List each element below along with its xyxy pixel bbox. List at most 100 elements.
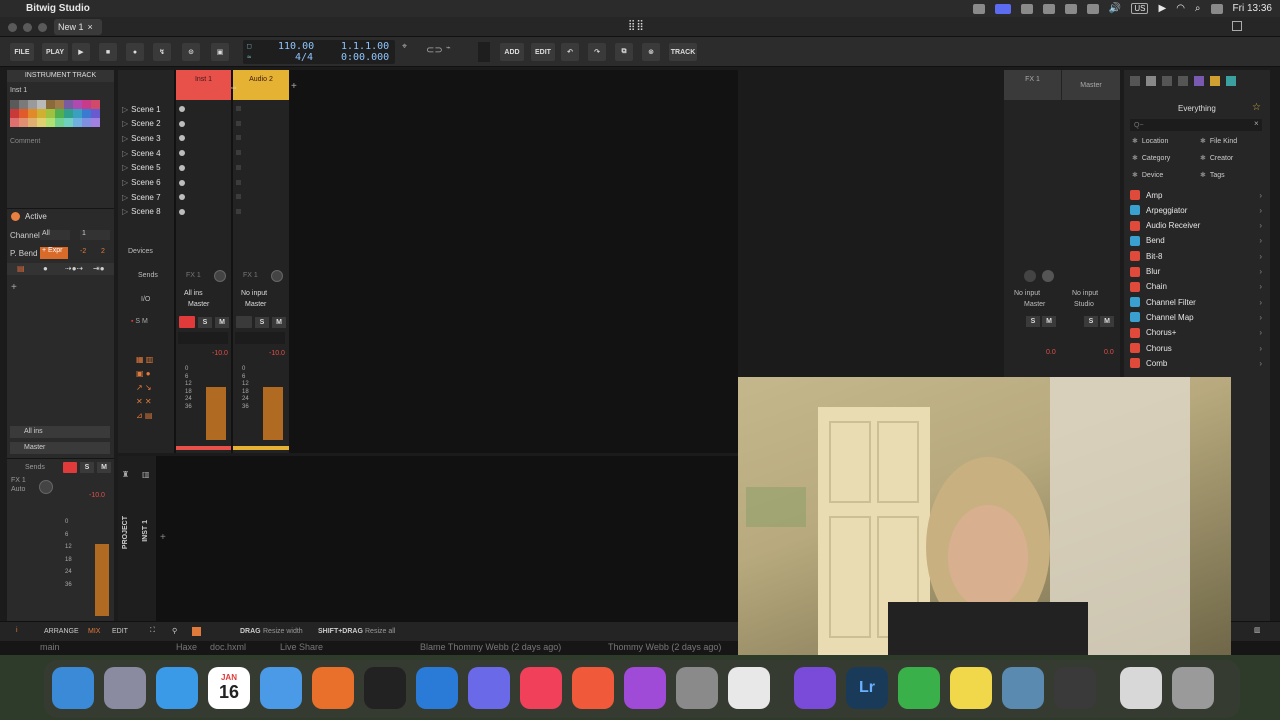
- track-button[interactable]: TRACK: [669, 43, 697, 61]
- browser-item[interactable]: Arpeggiator ›: [1130, 203, 1262, 217]
- color-swatch[interactable]: [28, 109, 37, 118]
- send-knob[interactable]: [1024, 270, 1036, 282]
- clip-slot[interactable]: [236, 120, 241, 126]
- clip-slot[interactable]: [179, 179, 185, 186]
- browser-item[interactable]: Bend ›: [1130, 234, 1262, 248]
- launchpad-icon[interactable]: [104, 667, 146, 709]
- add-device-icon[interactable]: +: [160, 532, 166, 543]
- edit-tab[interactable]: EDIT: [112, 628, 128, 635]
- color-swatch[interactable]: [73, 109, 82, 118]
- browser-filter[interactable]: ✱ File Kind: [1200, 137, 1237, 146]
- undo-button[interactable]: ↶: [561, 43, 579, 61]
- pitch-bend-up[interactable]: 2: [101, 248, 105, 255]
- calculator-grid-icon[interactable]: [572, 667, 614, 709]
- record-arm-button[interactable]: [63, 462, 77, 473]
- arrange-tab[interactable]: ARRANGE: [44, 628, 79, 635]
- wave-icon[interactable]: [468, 667, 510, 709]
- link-icon[interactable]: ⇢●⇢: [65, 264, 83, 273]
- clip-slot[interactable]: [236, 150, 241, 156]
- lightroom-icon[interactable]: Lr: [846, 667, 888, 709]
- star-icon[interactable]: ☆: [1252, 102, 1261, 113]
- browser-item[interactable]: Comb ›: [1130, 356, 1262, 370]
- browser-item[interactable]: Audio Receiver ›: [1130, 219, 1262, 233]
- app-menu[interactable]: Bitwig Studio: [26, 3, 90, 14]
- overdub-button[interactable]: ⊙: [182, 43, 200, 61]
- mail-icon[interactable]: [260, 667, 302, 709]
- time-signature[interactable]: 4/4: [295, 52, 313, 63]
- trash-icon[interactable]: [1172, 667, 1214, 709]
- mute-button[interactable]: M: [1042, 316, 1056, 327]
- color-swatch[interactable]: [19, 100, 28, 109]
- clip-slot[interactable]: [179, 164, 185, 171]
- spotlight-icon[interactable]: ⌕: [1195, 3, 1201, 14]
- status-icon[interactable]: [972, 3, 985, 14]
- track-name-field[interactable]: Inst 1: [10, 87, 27, 94]
- track-header-audio-2[interactable]: Audio 2: [233, 70, 289, 100]
- zoom-window-button[interactable]: [38, 23, 47, 32]
- send-knob[interactable]: [39, 480, 53, 494]
- scene-launch-button[interactable]: ▷ Scene 6: [122, 176, 172, 190]
- clock[interactable]: Fri 13:36: [1233, 3, 1272, 14]
- browser-filter[interactable]: ✱ Device: [1132, 171, 1163, 180]
- browser-tab-icon[interactable]: [1194, 76, 1204, 86]
- scene-launch-button[interactable]: ▷ Scene 4: [122, 146, 172, 160]
- redo-button[interactable]: ↷: [588, 43, 606, 61]
- color-swatch[interactable]: [82, 109, 91, 118]
- browser-item[interactable]: Chorus ›: [1130, 341, 1262, 355]
- mute-button[interactable]: M: [97, 462, 111, 473]
- screen-share-icon[interactable]: [994, 3, 1011, 14]
- color-swatch[interactable]: [28, 100, 37, 109]
- pitch-bend-down[interactable]: -2: [80, 248, 86, 255]
- play-button[interactable]: ▶: [72, 43, 90, 61]
- control-center-icon[interactable]: [1210, 3, 1223, 14]
- color-swatch[interactable]: [91, 100, 100, 109]
- grid-icon[interactable]: ▦ ▥: [136, 353, 153, 367]
- send-knob[interactable]: [214, 270, 226, 282]
- channel-number[interactable]: 1: [80, 230, 110, 240]
- browser-filter[interactable]: ✱ Tags: [1200, 171, 1225, 180]
- numbers-icon[interactable]: [898, 667, 940, 709]
- bitwig-icon[interactable]: [1054, 667, 1096, 709]
- output-select[interactable]: Master: [188, 301, 209, 308]
- mix-tab[interactable]: MIX: [88, 628, 100, 635]
- master-input[interactable]: No input: [1072, 290, 1098, 297]
- solo-button[interactable]: S: [255, 317, 269, 328]
- delete-button[interactable]: ⊗: [642, 43, 660, 61]
- solo-button[interactable]: S: [1026, 316, 1040, 327]
- copy-button[interactable]: ⧉: [615, 43, 633, 61]
- mute-button[interactable]: M: [1100, 316, 1114, 327]
- groove-icon[interactable]: ⌁: [446, 43, 460, 59]
- documents-icon[interactable]: [1120, 667, 1162, 709]
- pan-control[interactable]: [235, 332, 285, 344]
- color-swatch[interactable]: [82, 118, 91, 127]
- fx-output[interactable]: Master: [1024, 301, 1045, 308]
- panel-icon[interactable]: [192, 627, 201, 636]
- terminal-icon[interactable]: [364, 667, 406, 709]
- music-icon[interactable]: [520, 667, 562, 709]
- active-toggle[interactable]: [11, 212, 20, 221]
- clip-slot[interactable]: [236, 106, 241, 111]
- vscode-icon[interactable]: [416, 667, 458, 709]
- color-swatch[interactable]: [73, 100, 82, 109]
- browser-item[interactable]: Bit-8 ›: [1130, 249, 1262, 263]
- screenshot-icon[interactable]: [1002, 667, 1044, 709]
- color-swatch[interactable]: [37, 100, 46, 109]
- calendar-icon[interactable]: JAN 16: [208, 667, 250, 709]
- device-icon[interactable]: ▤: [17, 264, 25, 273]
- record-button[interactable]: ●: [126, 43, 144, 61]
- input-select[interactable]: No input: [241, 290, 267, 297]
- automation-button[interactable]: ↯: [153, 43, 171, 61]
- comment-field[interactable]: Comment: [10, 138, 40, 145]
- color-swatch[interactable]: [55, 118, 64, 127]
- color-swatch[interactable]: [37, 118, 46, 127]
- fx-input[interactable]: No input: [1014, 290, 1040, 297]
- color-swatch[interactable]: [55, 100, 64, 109]
- tempo-value[interactable]: 110.00: [278, 41, 314, 52]
- browser-filter[interactable]: ✱ Location: [1132, 137, 1168, 146]
- clip-slot[interactable]: [179, 135, 185, 142]
- input-select[interactable]: All ins: [10, 426, 110, 438]
- clip-slot[interactable]: [236, 135, 241, 141]
- play-menu-button[interactable]: PLAY: [42, 43, 68, 61]
- clip-slot[interactable]: [236, 194, 241, 200]
- send-knob[interactable]: [271, 270, 283, 282]
